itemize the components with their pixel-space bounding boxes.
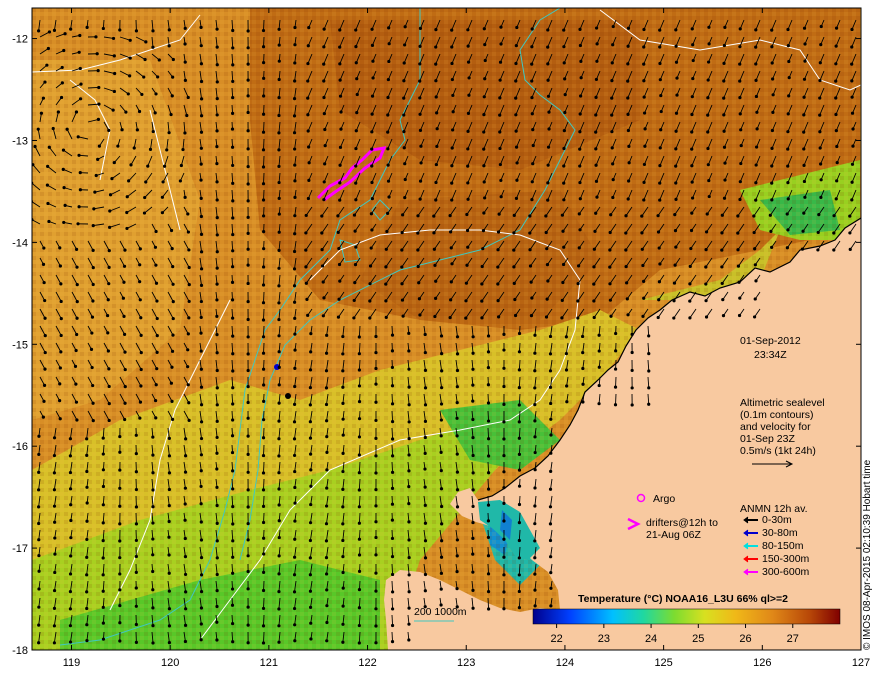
- map-field: [32, 8, 861, 650]
- anmn-item-label: 300-600m: [762, 566, 810, 578]
- anmn-item-label: 0-30m: [762, 514, 792, 526]
- drifters-line-2: 21-Aug 06Z: [646, 529, 701, 541]
- lon-tick-label: 121: [260, 657, 278, 669]
- argo-label: Argo: [653, 493, 675, 505]
- colorbar-tick-label: 24: [645, 633, 657, 645]
- colorbar-ramp: [532, 608, 841, 625]
- altimetry-line-3: and velocity for: [740, 421, 811, 433]
- credit-text: © IMOS 08-Apr-2015 02:10:39 Hobart time: [862, 459, 873, 650]
- altimetry-line-2: (0.1m contours): [740, 409, 814, 421]
- date-label: 01-Sep-2012: [740, 335, 801, 347]
- isobath-label: 200 1000m: [414, 606, 467, 618]
- altimetry-line-5: 0.5m/s (1kt 24h): [740, 445, 816, 457]
- colorbar-tick-label: 25: [692, 633, 704, 645]
- colorbar-tick-label: 26: [739, 633, 751, 645]
- lon-tick-label: 124: [556, 657, 574, 669]
- lat-tick-label: -12: [12, 34, 28, 46]
- lat-tick-label: -14: [12, 237, 28, 249]
- altimetry-line-1: Altimetric sealevel: [740, 397, 825, 409]
- lat-tick-label: -15: [12, 339, 28, 351]
- lon-tick-label: 119: [63, 657, 81, 669]
- lon-tick-label: 123: [457, 657, 475, 669]
- lon-tick-label: 126: [753, 657, 771, 669]
- lon-tick-label: 127: [852, 657, 870, 669]
- colorbar-title: Temperature (°C) NOAA16_L3U 66% ql>=2: [578, 593, 788, 605]
- colorbar-tick-label: 27: [787, 633, 799, 645]
- drifters-line-1: drifters@12h to: [646, 517, 718, 529]
- lon-tick-label: 120: [161, 657, 179, 669]
- anmn-item-label: 150-300m: [762, 553, 810, 565]
- colorbar-tick-label: 22: [550, 633, 562, 645]
- lon-tick-label: 125: [654, 657, 672, 669]
- anmn-item-label: 30-80m: [762, 527, 798, 539]
- lat-tick-label: -16: [12, 441, 28, 453]
- sst-map: 119 120 121 122 123 124 125 126 127 -12 -13 -14 -15 -…: [12, 7, 870, 669]
- altimetry-line-4: 01-Sep 23Z: [740, 433, 795, 445]
- colorbar-tick-label: 23: [598, 633, 610, 645]
- time-label: 23:34Z: [754, 349, 787, 361]
- lat-tick-label: -17: [12, 543, 28, 555]
- anmn-item-label: 80-150m: [762, 540, 804, 552]
- lat-tick-label: -18: [12, 645, 28, 657]
- lat-tick-label: -13: [12, 135, 28, 147]
- lon-tick-label: 122: [358, 657, 376, 669]
